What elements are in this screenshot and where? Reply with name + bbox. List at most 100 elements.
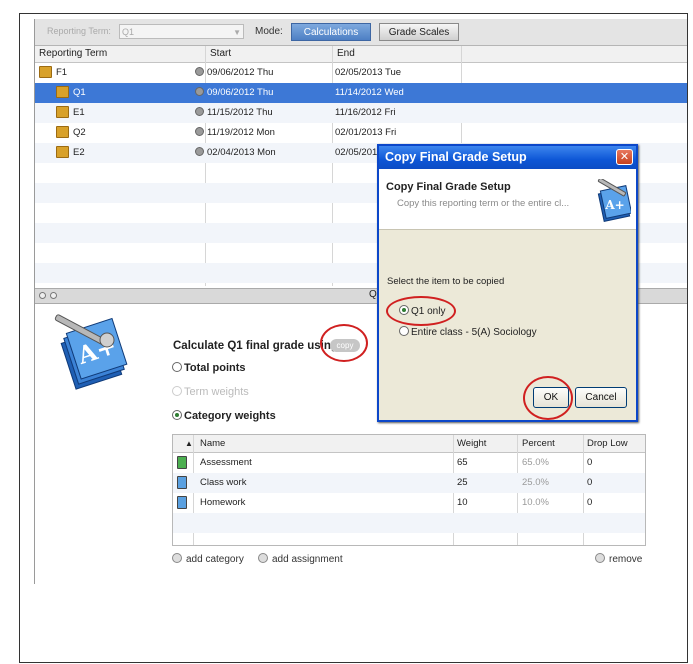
chevron-down-icon: ▼ [233, 28, 241, 37]
add-icon [172, 553, 182, 563]
category-drop-low[interactable]: 0 [587, 497, 592, 508]
option-q1-only[interactable]: Q1 only [399, 305, 445, 317]
clock-icon [195, 147, 204, 156]
term-start: 11/15/2012 Thu [207, 107, 273, 118]
category-weight[interactable]: 65 [457, 457, 468, 468]
term-start: 11/19/2012 Mon [207, 127, 275, 138]
term-name: F1 [56, 67, 68, 78]
term-name: Q1 [73, 87, 86, 98]
close-button[interactable]: ✕ [616, 149, 633, 165]
term-start: 09/06/2012 Thu [207, 87, 274, 98]
cancel-button[interactable]: Cancel [575, 387, 627, 408]
column-header-drop-low[interactable]: Drop Low [587, 438, 628, 449]
copy-final-grade-setup-dialog: Copy Final Grade Setup ✕ Copy Final Grad… [377, 144, 638, 422]
reporting-term-select[interactable]: Q1 ▼ [119, 24, 244, 39]
category-icon [177, 456, 187, 469]
column-header-weight[interactable]: Weight [457, 438, 486, 449]
copy-button[interactable]: copy [330, 339, 360, 352]
table-row[interactable]: Homework 10 10.0% 0 [173, 493, 645, 513]
folder-icon [56, 86, 69, 98]
category-weight[interactable]: 25 [457, 477, 468, 488]
grade-setup-icon: A+ [597, 179, 631, 222]
option-category-weights[interactable]: Category weights [172, 410, 276, 422]
column-header-percent[interactable]: Percent [522, 438, 555, 449]
dialog-header: Copy Final Grade Setup Copy this reporti… [379, 169, 636, 230]
reporting-term-value: Q1 [122, 27, 135, 37]
collapse-dot-icon[interactable] [39, 292, 46, 299]
radio-icon [172, 386, 182, 396]
expand-dot-icon[interactable] [50, 292, 57, 299]
column-header-name[interactable]: Name [200, 438, 225, 449]
category-weight[interactable]: 10 [457, 497, 468, 508]
term-end: 11/16/2012 Fri [335, 107, 396, 118]
term-start: 09/06/2012 Thu [207, 67, 274, 78]
add-assignment-button[interactable]: add assignment [258, 553, 343, 565]
radio-icon [399, 305, 409, 315]
dialog-description: Copy this reporting term or the entire c… [397, 198, 570, 209]
folder-icon [56, 146, 69, 158]
grid-header: Reporting Term Start End [35, 46, 687, 63]
reporting-term-label: Reporting Term: [47, 26, 111, 36]
category-name: Homework [200, 497, 246, 508]
table-row[interactable]: Class work 25 25.0% 0 [173, 473, 645, 493]
tab-grade-scales[interactable]: Grade Scales [379, 23, 459, 41]
clock-icon [195, 107, 204, 116]
column-header-reporting-term[interactable]: Reporting Term [39, 48, 107, 59]
category-percent: 10.0% [522, 497, 549, 508]
category-name: Class work [200, 477, 247, 488]
category-name: Assessment [200, 457, 252, 468]
calculate-label: Calculate Q1 final grade using: [173, 340, 342, 352]
term-end: 02/05/2013 Tue [335, 67, 402, 78]
folder-icon [56, 106, 69, 118]
term-end: 11/14/2012 Wed [335, 87, 404, 98]
sort-arrow-icon[interactable]: ▲ [185, 439, 193, 448]
dialog-title: Copy Final Grade Setup [385, 150, 527, 164]
folder-icon [39, 66, 52, 78]
category-icon [177, 476, 187, 489]
column-header-end[interactable]: End [337, 48, 355, 59]
option-term-weights: Term weights [172, 386, 249, 398]
term-name: Q2 [73, 127, 86, 138]
category-icon [177, 496, 187, 509]
add-icon [258, 553, 268, 563]
grade-setup-tools-icon: A+ [54, 314, 128, 390]
term-name: E2 [73, 147, 85, 158]
dialog-title-bar[interactable]: Copy Final Grade Setup ✕ [379, 146, 636, 169]
clock-icon [195, 67, 204, 76]
table-row[interactable]: Q2 11/19/2012 Mon 02/01/2013 Fri [35, 123, 687, 143]
term-start: 02/04/2013 Mon [207, 147, 276, 158]
folder-icon [56, 126, 69, 138]
tab-calculations[interactable]: Calculations [291, 23, 371, 41]
dialog-heading: Copy Final Grade Setup [386, 181, 511, 193]
svg-text:A+: A+ [604, 198, 624, 212]
dialog-prompt: Select the item to be copied [387, 276, 505, 287]
radio-icon [172, 362, 182, 372]
table-row[interactable]: E1 11/15/2012 Thu 11/16/2012 Fri [35, 103, 687, 123]
clock-icon [195, 87, 204, 96]
mode-label: Mode: [255, 26, 283, 37]
radio-icon [172, 410, 182, 420]
panel-title: Q [369, 289, 377, 300]
term-name: E1 [73, 107, 85, 118]
column-header-start[interactable]: Start [210, 48, 231, 59]
remove-button[interactable]: remove [595, 553, 642, 565]
table-row[interactable]: Assessment 65 65.0% 0 [173, 453, 645, 473]
clock-icon [195, 127, 204, 136]
table-row[interactable]: Q1 09/06/2012 Thu 11/14/2012 Wed [35, 83, 687, 103]
option-entire-class[interactable]: Entire class - 5(A) Sociology [399, 326, 537, 338]
term-end: 02/05/2013 [335, 147, 383, 158]
add-category-button[interactable]: add category [172, 553, 244, 565]
option-total-points[interactable]: Total points [172, 362, 246, 374]
category-percent: 25.0% [522, 477, 549, 488]
remove-icon [595, 553, 605, 563]
radio-icon [399, 326, 409, 336]
empty-row [173, 513, 645, 533]
category-drop-low[interactable]: 0 [587, 477, 592, 488]
toolbar: Reporting Term: Q1 ▼ Mode: Calculations … [35, 19, 687, 46]
category-table-header: ▲ Name Weight Percent Drop Low [173, 435, 645, 453]
ok-button[interactable]: OK [533, 387, 569, 408]
term-end: 02/01/2013 Fri [335, 127, 397, 138]
category-table: ▲ Name Weight Percent Drop Low Assessmen… [172, 434, 646, 546]
category-drop-low[interactable]: 0 [587, 457, 592, 468]
table-row[interactable]: F1 09/06/2012 Thu 02/05/2013 Tue [35, 63, 687, 83]
